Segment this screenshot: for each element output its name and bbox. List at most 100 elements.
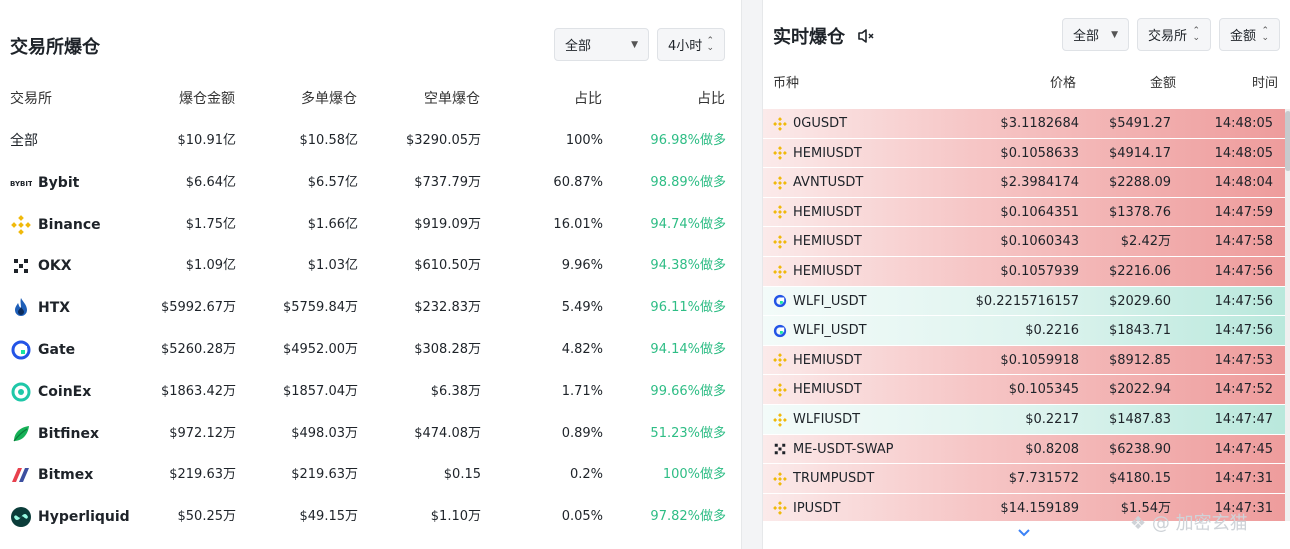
long-ratio: 94.14%做多 (650, 342, 726, 357)
short-liquidation: $0.15 (443, 467, 481, 483)
caret-down-icon: ▼ (1111, 29, 1118, 40)
short-liquidation: $6.38万 (430, 383, 481, 399)
share-percent: 100% (565, 133, 603, 148)
total-liquidation: $219.63万 (169, 467, 236, 483)
long-liquidation: $49.15万 (299, 509, 359, 525)
long-ratio: 98.89%做多 (650, 174, 726, 190)
liquidation-row[interactable]: HEMIUSDT $0.1064351 $1378.76 14:47:59 (763, 197, 1285, 228)
price-cell: $0.1057939 (1000, 264, 1079, 279)
caret-down-icon: ▼ (631, 39, 638, 50)
exchange-name-cell: Bitmex (10, 454, 93, 496)
long-liquidation: $5759.84万 (282, 300, 358, 316)
liquidation-row[interactable]: 0GUSDT $3.1182684 $5491.27 14:48:05 (763, 109, 1285, 139)
long-liquidation: $498.03万 (291, 425, 358, 441)
liquidation-row[interactable]: WLFIUSDT $0.2217 $1487.83 14:47:47 (763, 405, 1285, 435)
liquidation-row[interactable]: TRUMPUSDT $7.731572 $4180.15 14:47:31 (763, 464, 1285, 494)
exchange-row[interactable]: Binance $1.75亿 $1.66亿 $919.09万 16.01% 94… (0, 204, 742, 246)
exchange-liquidation-panel: 交易所爆仓 全部 ▼ 4小时 ⌃ ⌄ 交易所 爆仓金额 多单爆仓 空单爆仓 占比 … (0, 0, 742, 549)
liquidation-row[interactable]: HEMIUSDT $0.1058633 $4914.17 14:48:05 (763, 138, 1285, 169)
symbol-cell: AVNTUSDT (773, 168, 863, 197)
realtime-title: 实时爆仓 (773, 27, 845, 48)
symbol-cell: HEMIUSDT (773, 375, 862, 404)
exchange-row[interactable]: Bitmex $219.63万 $219.63万 $0.15 0.2% 100%… (0, 454, 742, 496)
time-cell: 14:47:59 (1214, 204, 1273, 220)
exchange-filter-select[interactable]: 全部 ▼ (554, 28, 649, 61)
long-liquidation: $6.57亿 (307, 174, 358, 190)
exchange-row[interactable]: Gate $5260.28万 $4952.00万 $308.28万 4.82% … (0, 329, 742, 371)
gate-icon (773, 324, 787, 338)
symbol-cell: TRUMPUSDT (773, 464, 874, 493)
liquidation-row[interactable]: HEMIUSDT $0.1057939 $2216.06 14:47:56 (763, 257, 1285, 287)
long-liquidation: $1857.04万 (282, 383, 358, 399)
binance-icon (773, 264, 787, 279)
watermark: ❖ @ 加密玄猫 (1130, 509, 1248, 535)
realtime-amount-select[interactable]: 金额 ⌃ ⌄ (1219, 18, 1280, 51)
short-liquidation: $737.79万 (414, 174, 481, 190)
col-header-share: 占比 (574, 91, 602, 107)
liquidation-row[interactable]: ME-USDT-SWAP $0.8208 $6238.90 14:47:45 (763, 434, 1285, 465)
speaker-mute-icon[interactable] (857, 28, 875, 49)
symbol-name: 0GUSDT (793, 116, 848, 131)
realtime-table-body[interactable]: 0GUSDT $3.1182684 $5491.27 14:48:05 HEMI… (763, 109, 1285, 521)
exchange-row[interactable]: OKX $1.09亿 $1.03亿 $610.50万 9.96% 94.38%做… (0, 245, 742, 287)
realtime-all-select[interactable]: 全部 ▼ (1062, 18, 1129, 51)
gate-logo-icon (10, 339, 32, 361)
liquidation-row[interactable]: AVNTUSDT $2.3984174 $2288.09 14:48:04 (763, 168, 1285, 198)
symbol-cell: HEMIUSDT (773, 198, 862, 227)
exchange-name: CoinEx (38, 383, 92, 400)
amount-cell: $2216.06 (1108, 264, 1171, 279)
amount-cell: $4180.15 (1108, 471, 1171, 487)
liquidation-row[interactable]: HEMIUSDT $0.1059918 $8912.85 14:47:53 (763, 345, 1285, 376)
symbol-name: IPUSDT (793, 500, 841, 516)
share-percent: 1.71% (561, 383, 603, 399)
amount-cell: $4914.17 (1108, 145, 1171, 161)
liquidation-row[interactable]: HEMIUSDT $0.105345 $2022.94 14:47:52 (763, 375, 1285, 405)
binance-icon (773, 146, 787, 160)
time-cell: 14:47:31 (1214, 471, 1273, 487)
period-select[interactable]: 4小时 ⌃ ⌄ (657, 28, 725, 61)
symbol-name: HEMIUSDT (793, 352, 862, 368)
chevron-down-icon[interactable] (1017, 526, 1031, 542)
exchange-row[interactable]: CoinEx $1863.42万 $1857.04万 $6.38万 1.71% … (0, 371, 742, 413)
exchange-row[interactable]: Bitfinex $972.12万 $498.03万 $474.08万 0.89… (0, 413, 742, 455)
price-cell: $0.8208 (1025, 441, 1079, 457)
long-ratio: 96.98%做多 (650, 133, 726, 148)
short-liquidation: $1.10万 (430, 509, 481, 525)
price-cell: $0.1058633 (1000, 145, 1079, 161)
realtime-all-value: 全部 (1073, 29, 1100, 44)
liquidation-row[interactable]: WLFI_USDT $0.2216 $1843.71 14:47:56 (763, 316, 1285, 346)
price-cell: $2.3984174 (1000, 175, 1079, 191)
panel-title: 实时爆仓 (773, 23, 875, 49)
col-header-time: 时间 (1251, 76, 1278, 91)
symbol-cell: HEMIUSDT (773, 139, 862, 168)
total-liquidation: $5992.67万 (160, 300, 236, 316)
scrollbar-thumb[interactable] (1285, 111, 1290, 171)
symbol-cell: HEMIUSDT (773, 227, 862, 256)
exchange-row[interactable]: HTX $5992.67万 $5759.84万 $232.83万 5.49% 9… (0, 287, 742, 329)
long-ratio: 51.23%做多 (650, 425, 726, 441)
amount-cell: $2.42万 (1120, 234, 1171, 250)
realtime-exchange-select[interactable]: 交易所 ⌃ ⌄ (1137, 18, 1211, 51)
col-header-amount: 金额 (1149, 76, 1176, 91)
time-cell: 14:47:58 (1214, 234, 1273, 250)
symbol-name: HEMIUSDT (793, 264, 862, 279)
exchange-name-cell: Hyperliquid (10, 496, 130, 538)
exchange-row[interactable]: BYBIT Bybit $6.64亿 $6.57亿 $737.79万 60.87%… (0, 162, 742, 204)
symbol-name: HEMIUSDT (793, 204, 862, 220)
col-header-symbol: 币种 (773, 76, 800, 91)
exchange-name-cell: BYBIT Bybit (10, 162, 79, 204)
liquidation-row[interactable]: HEMIUSDT $0.1060343 $2.42万 14:47:58 (763, 227, 1285, 257)
time-cell: 14:47:47 (1214, 412, 1273, 427)
price-cell: $3.1182684 (1000, 116, 1079, 131)
exchange-name-cell: Bitfinex (10, 413, 99, 455)
symbol-name: WLFI_USDT (793, 293, 867, 309)
binance-icon (773, 175, 787, 190)
long-ratio: 99.66%做多 (650, 383, 726, 399)
share-percent: 5.49% (561, 300, 603, 316)
exchange-row[interactable]: 全部 $10.91亿 $10.58亿 $3290.05万 100% 96.98%… (0, 120, 742, 162)
liquidation-row[interactable]: WLFI_USDT $0.2215716157 $2029.60 14:47:5… (763, 286, 1285, 317)
total-liquidation: $1.75亿 (185, 216, 236, 232)
exchange-row[interactable]: Hyperliquid $50.25万 $49.15万 $1.10万 0.05%… (0, 496, 742, 538)
symbol-name: HEMIUSDT (793, 382, 862, 398)
sort-updown-icon: ⌃ ⌄ (1261, 25, 1269, 43)
